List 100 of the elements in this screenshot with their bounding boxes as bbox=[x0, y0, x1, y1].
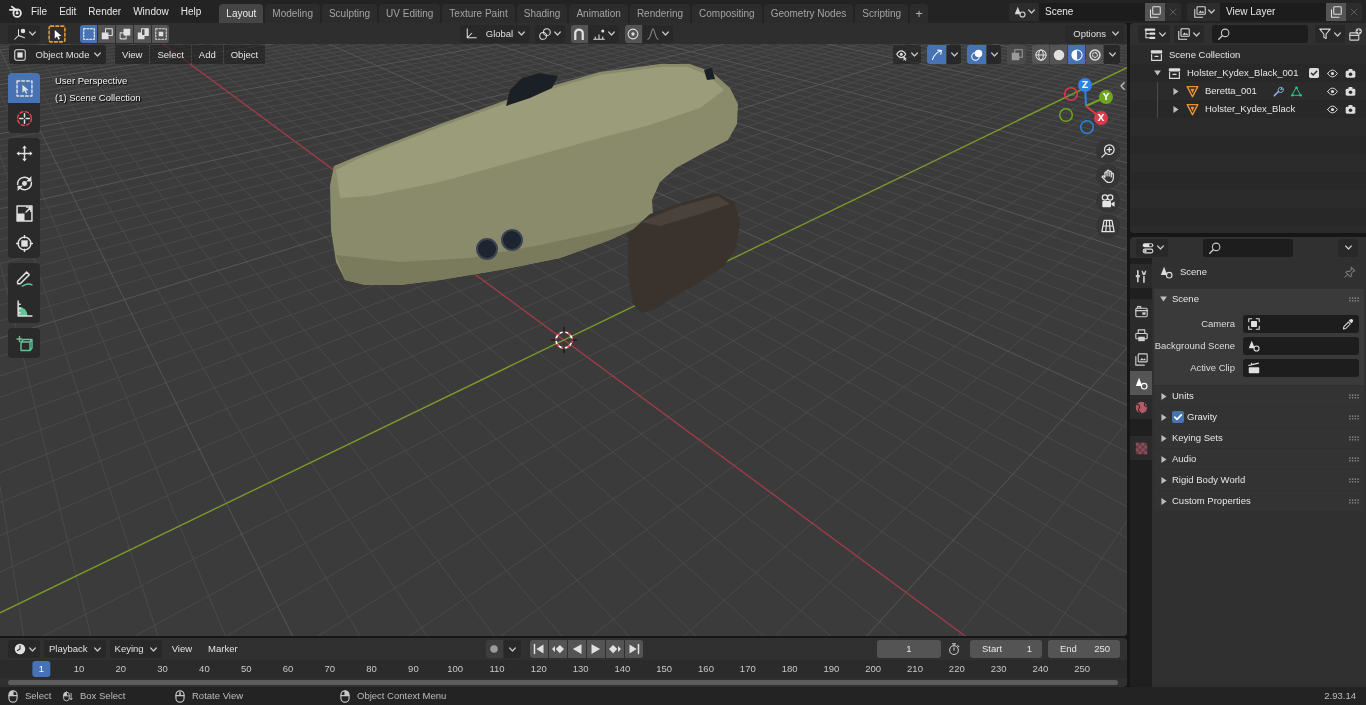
object-field[interactable] bbox=[1243, 337, 1359, 355]
menu-item[interactable]: View bbox=[165, 640, 199, 658]
gizmo-axis-handle[interactable]: Z bbox=[1078, 78, 1092, 107]
checker-icon[interactable] bbox=[1130, 436, 1152, 460]
workspace-tab[interactable]: Animation bbox=[569, 4, 628, 23]
scene-type-button[interactable] bbox=[1009, 2, 1039, 21]
ruler-icon[interactable] bbox=[8, 293, 40, 323]
box-plus-icon[interactable] bbox=[1349, 27, 1362, 41]
start-frame-field[interactable]: Start 1 bbox=[970, 640, 1042, 658]
keyframe-back-icon[interactable] bbox=[548, 640, 567, 658]
square-subtract-icon[interactable] bbox=[116, 24, 133, 43]
gizmo-axis-handle[interactable]: X bbox=[1085, 105, 1108, 125]
eye-icon[interactable] bbox=[1326, 103, 1338, 115]
copy-icon[interactable] bbox=[1145, 2, 1165, 21]
circles-icon[interactable] bbox=[967, 45, 986, 64]
object-field[interactable] bbox=[1243, 359, 1359, 377]
workspace-tab[interactable]: Layout bbox=[219, 4, 264, 23]
workspace-tab[interactable]: Geometry Nodes bbox=[763, 4, 854, 23]
select-box-icon[interactable] bbox=[8, 73, 40, 103]
skip-forward-icon[interactable] bbox=[624, 640, 643, 658]
disclosure-triangle-icon[interactable] bbox=[1154, 70, 1161, 76]
half-sphere-icon[interactable] bbox=[1068, 45, 1085, 64]
camera-icon[interactable] bbox=[1344, 67, 1356, 79]
checkbox[interactable] bbox=[1309, 68, 1319, 78]
orientation-dropdown[interactable]: Global bbox=[459, 24, 530, 43]
menu-item[interactable]: Window bbox=[127, 1, 175, 22]
filter-dropdown[interactable] bbox=[1315, 25, 1345, 43]
ring-icon[interactable] bbox=[1086, 45, 1103, 64]
skip-back-icon[interactable] bbox=[529, 640, 548, 658]
menu-item[interactable]: File bbox=[25, 1, 54, 22]
editor-type-button[interactable] bbox=[1136, 238, 1168, 257]
checkbox[interactable] bbox=[1172, 411, 1184, 423]
scrollbar[interactable] bbox=[8, 680, 1118, 685]
search-field[interactable] bbox=[1203, 238, 1293, 257]
workspace-tab[interactable]: Texture Paint bbox=[442, 4, 515, 23]
camera-back-icon[interactable] bbox=[1130, 299, 1152, 323]
outliner-item[interactable]: Holster_Kydex_Black_001 bbox=[1187, 68, 1299, 78]
pivot-dropdown[interactable] bbox=[534, 24, 565, 43]
outliner-item[interactable]: Beretta_001 bbox=[1205, 86, 1257, 96]
pencil-icon[interactable] bbox=[8, 263, 40, 293]
menu-dropdown[interactable]: Keying bbox=[109, 640, 162, 658]
disclosure-triangle-icon[interactable] bbox=[1173, 105, 1179, 113]
workspace-tab[interactable]: Compositing bbox=[692, 4, 762, 23]
move-icon[interactable] bbox=[8, 138, 40, 168]
workspace-tab[interactable]: Scripting bbox=[855, 4, 909, 23]
menu-dropdown[interactable]: Playback bbox=[44, 640, 106, 658]
camera-icon[interactable] bbox=[1344, 85, 1356, 97]
square-intersect-icon[interactable] bbox=[152, 24, 169, 43]
globe-icon[interactable] bbox=[1130, 395, 1152, 419]
chevron-left-icon[interactable] bbox=[1120, 82, 1125, 90]
menu-item[interactable]: Select bbox=[150, 45, 191, 64]
caret-icon[interactable] bbox=[987, 45, 1001, 64]
workspace-tab[interactable]: Rendering bbox=[629, 4, 691, 23]
pin-icon[interactable] bbox=[1344, 266, 1356, 278]
square-invert-icon[interactable] bbox=[134, 24, 151, 43]
eyedropper-icon[interactable] bbox=[1342, 318, 1354, 330]
end-frame-field[interactable]: End 250 bbox=[1048, 640, 1120, 658]
camera-icon[interactable] bbox=[1344, 103, 1356, 115]
eye-icon[interactable] bbox=[1326, 85, 1338, 97]
logo-icon[interactable] bbox=[9, 5, 22, 18]
outliner-item[interactable]: Holster_Kydex_Black bbox=[1205, 104, 1296, 114]
crosshair-icon[interactable] bbox=[8, 103, 40, 133]
triangle-vertices-icon[interactable] bbox=[1290, 85, 1302, 97]
play-reverse-icon[interactable] bbox=[567, 640, 586, 658]
menu-item[interactable]: Object bbox=[223, 45, 266, 64]
eye-icon[interactable] bbox=[1326, 67, 1338, 79]
display-mode-dropdown[interactable] bbox=[1174, 25, 1204, 43]
stopwatch-icon[interactable] bbox=[948, 643, 960, 655]
play-icon[interactable] bbox=[586, 640, 605, 658]
keyframe-forward-icon[interactable] bbox=[605, 640, 624, 658]
scene-field[interactable]: Scene bbox=[1039, 2, 1145, 21]
caret-icon[interactable] bbox=[1338, 238, 1358, 257]
target-icon[interactable] bbox=[624, 24, 642, 43]
menu-item[interactable]: Marker bbox=[202, 640, 244, 658]
images-icon[interactable] bbox=[1130, 347, 1152, 371]
menu-item[interactable]: Render bbox=[82, 1, 128, 22]
menu-item[interactable]: Help bbox=[174, 1, 208, 22]
caret-icon[interactable] bbox=[947, 45, 961, 64]
panel-header[interactable]: Scene bbox=[1154, 289, 1364, 309]
shapes-icon[interactable] bbox=[1130, 371, 1152, 395]
squares-icon[interactable] bbox=[1007, 45, 1026, 64]
workspace-tab[interactable]: Shading bbox=[516, 4, 568, 23]
caret-icon[interactable] bbox=[503, 640, 521, 658]
workspace-tab[interactable]: Sculpting bbox=[321, 4, 378, 23]
frame-ruler[interactable]: 1 10 20 30 40 50 60 70 80 90 100 110 120 130 140 150 160 170 180 190 200 210 220 230 240 250 bbox=[0, 660, 1127, 678]
search-field[interactable] bbox=[1212, 25, 1308, 43]
tools-icon[interactable] bbox=[1130, 264, 1152, 288]
options-dropdown[interactable]: Options bbox=[1065, 24, 1124, 43]
transform-icon[interactable] bbox=[8, 228, 40, 258]
gizmo-axis-handle[interactable] bbox=[1063, 86, 1079, 102]
view-layer-field[interactable]: View Layer bbox=[1220, 2, 1326, 21]
outliner-item[interactable]: Scene Collection bbox=[1169, 50, 1241, 60]
add-workspace-button[interactable]: + bbox=[910, 4, 928, 23]
dashed-square-icon[interactable] bbox=[80, 24, 97, 43]
view-layer-type-button[interactable] bbox=[1187, 2, 1220, 21]
mode-dropdown[interactable]: Object Mode bbox=[9, 45, 106, 64]
disclosure-triangle-icon[interactable] bbox=[1173, 87, 1179, 95]
object-field[interactable] bbox=[1243, 315, 1359, 333]
workspace-tab[interactable]: Modeling bbox=[265, 4, 320, 23]
magnet-icon[interactable] bbox=[570, 24, 588, 43]
